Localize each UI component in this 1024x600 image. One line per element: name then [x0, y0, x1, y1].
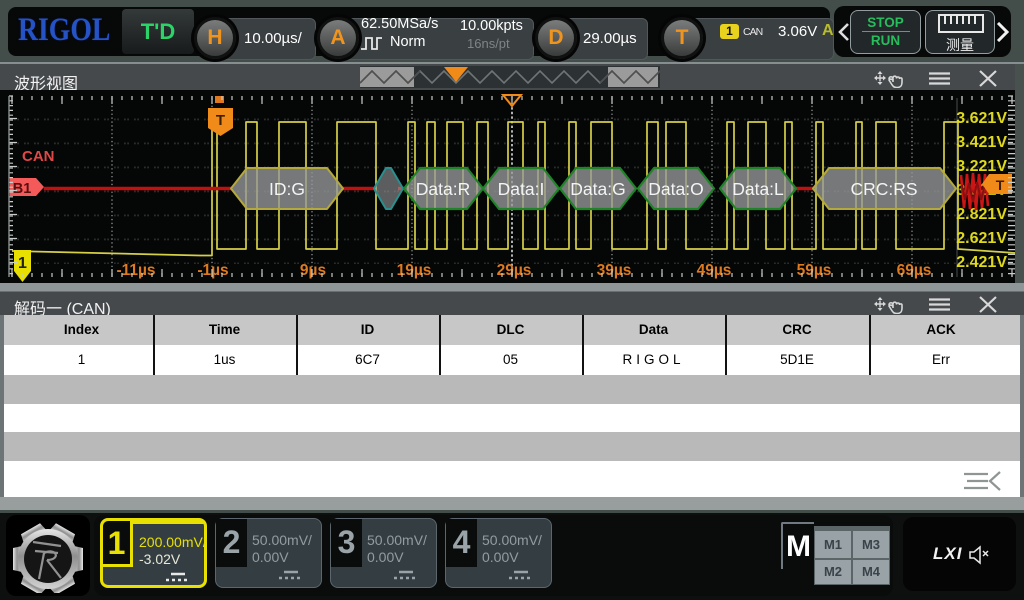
- svg-text:CAN: CAN: [22, 148, 55, 165]
- svg-text:T: T: [996, 177, 1005, 193]
- svg-text:Data:L: Data:L: [732, 179, 784, 199]
- svg-text:Data:O: Data:O: [648, 179, 703, 199]
- svg-text:Data:I: Data:I: [498, 179, 545, 199]
- svg-text:ID:G: ID:G: [269, 179, 305, 199]
- svg-text:2.621V: 2.621V: [956, 230, 1007, 247]
- svg-text:Data:G: Data:G: [570, 179, 625, 199]
- svg-text:3.221V: 3.221V: [956, 158, 1007, 175]
- svg-text:1: 1: [18, 255, 27, 272]
- svg-text:3.421V: 3.421V: [956, 134, 1007, 151]
- svg-text:2.421V: 2.421V: [956, 254, 1007, 271]
- svg-text:B1: B1: [13, 181, 32, 197]
- svg-text:3.621V: 3.621V: [956, 110, 1007, 127]
- svg-text:2.821V: 2.821V: [956, 206, 1007, 223]
- svg-text:CRC:RS: CRC:RS: [850, 179, 917, 199]
- svg-text:Data:R: Data:R: [416, 179, 470, 199]
- svg-text:T: T: [216, 112, 225, 129]
